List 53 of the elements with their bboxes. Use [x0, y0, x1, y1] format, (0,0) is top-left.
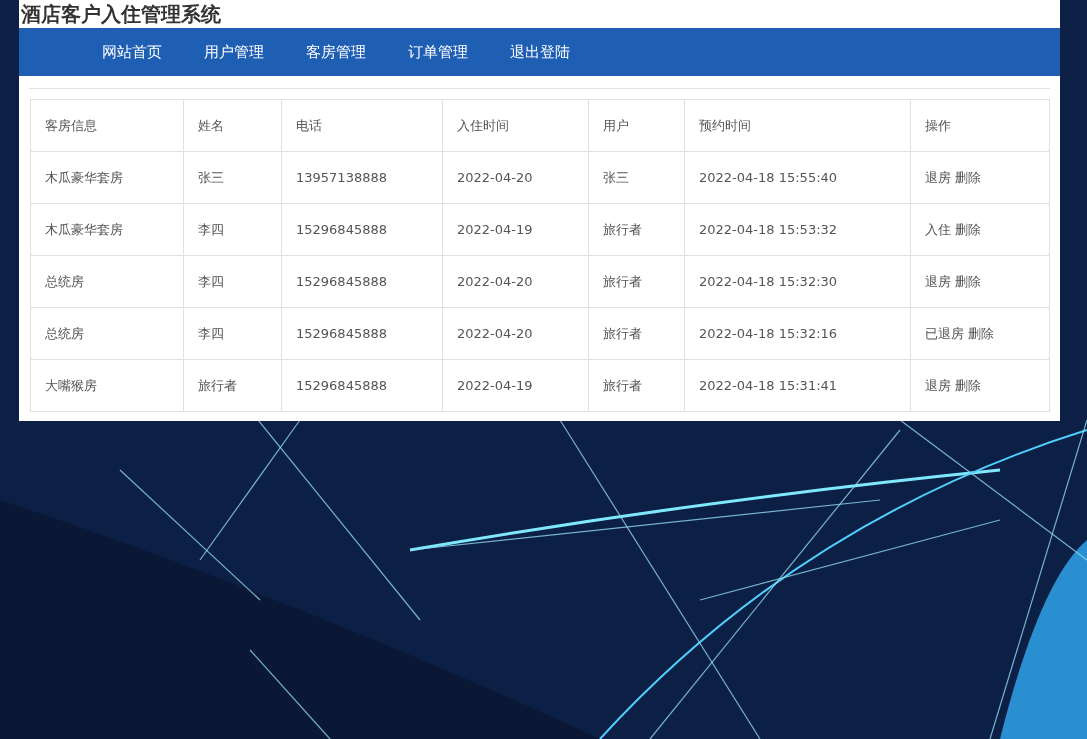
table-cell: 李四 — [183, 255, 282, 308]
table-cell: 15296845888 — [281, 359, 443, 412]
action-link[interactable]: 删除 — [955, 169, 981, 185]
table-cell: 15296845888 — [281, 307, 443, 360]
table-cell: 张三 — [183, 151, 282, 204]
table-cell: 2022-04-18 15:55:40 — [684, 151, 911, 204]
nav-link[interactable]: 用户管理 — [183, 28, 285, 76]
table-cell: 总统房 — [30, 255, 184, 308]
table-cell: 2022-04-20 — [442, 307, 589, 360]
action-link[interactable]: 退房 — [925, 377, 951, 393]
table-cell: 旅行者 — [183, 359, 282, 412]
table-cell: 木瓜豪华套房 — [30, 151, 184, 204]
column-header: 操作 — [910, 99, 1050, 152]
site-title: 酒店客户入住管理系统 — [20, 1, 221, 28]
action-link[interactable]: 退房 — [925, 169, 951, 185]
action-link[interactable]: 退房 — [925, 273, 951, 289]
table-cell: 李四 — [183, 307, 282, 360]
table-cell: 大嘴猴房 — [30, 359, 184, 412]
nav-link[interactable]: 订单管理 — [387, 28, 489, 76]
table-cell: 张三 — [588, 151, 685, 204]
table-cell: 13957138888 — [281, 151, 443, 204]
column-header: 姓名 — [183, 99, 282, 152]
table-cell: 2022-04-18 15:53:32 — [684, 203, 911, 256]
table-cell: 2022-04-20 — [442, 151, 589, 204]
table-cell: 木瓜豪华套房 — [30, 203, 184, 256]
action-link[interactable]: 已退房 — [925, 325, 964, 341]
action-link[interactable]: 删除 — [955, 377, 981, 393]
table-cell: 旅行者 — [588, 203, 685, 256]
table-cell: 2022-04-19 — [442, 203, 589, 256]
table-cell: 旅行者 — [588, 255, 685, 308]
nav-link[interactable]: 网站首页 — [81, 28, 183, 76]
column-header: 用户 — [588, 99, 685, 152]
table-cell: 旅行者 — [588, 359, 685, 412]
column-header: 电话 — [281, 99, 443, 152]
table-cell: 2022-04-18 15:32:30 — [684, 255, 911, 308]
action-link[interactable]: 删除 — [955, 273, 981, 289]
action-link[interactable]: 删除 — [968, 325, 994, 341]
table-cell: 15296845888 — [281, 255, 443, 308]
column-header: 入住时间 — [442, 99, 589, 152]
table-cell: 2022-04-19 — [442, 359, 589, 412]
table-cell: 2022-04-20 — [442, 255, 589, 308]
nav-link[interactable]: 退出登陆 — [489, 28, 591, 76]
table-cell: 2022-04-18 15:32:16 — [684, 307, 911, 360]
table-cell: 2022-04-18 15:31:41 — [684, 359, 911, 412]
table-cell: 李四 — [183, 203, 282, 256]
table-cell: 15296845888 — [281, 203, 443, 256]
nav-link[interactable]: 客房管理 — [285, 28, 387, 76]
column-header: 预约时间 — [684, 99, 911, 152]
action-link[interactable]: 删除 — [955, 221, 981, 237]
action-link[interactable]: 入住 — [925, 221, 951, 237]
column-header: 客房信息 — [30, 99, 184, 152]
table-cell: 总统房 — [30, 307, 184, 360]
table-cell: 旅行者 — [588, 307, 685, 360]
